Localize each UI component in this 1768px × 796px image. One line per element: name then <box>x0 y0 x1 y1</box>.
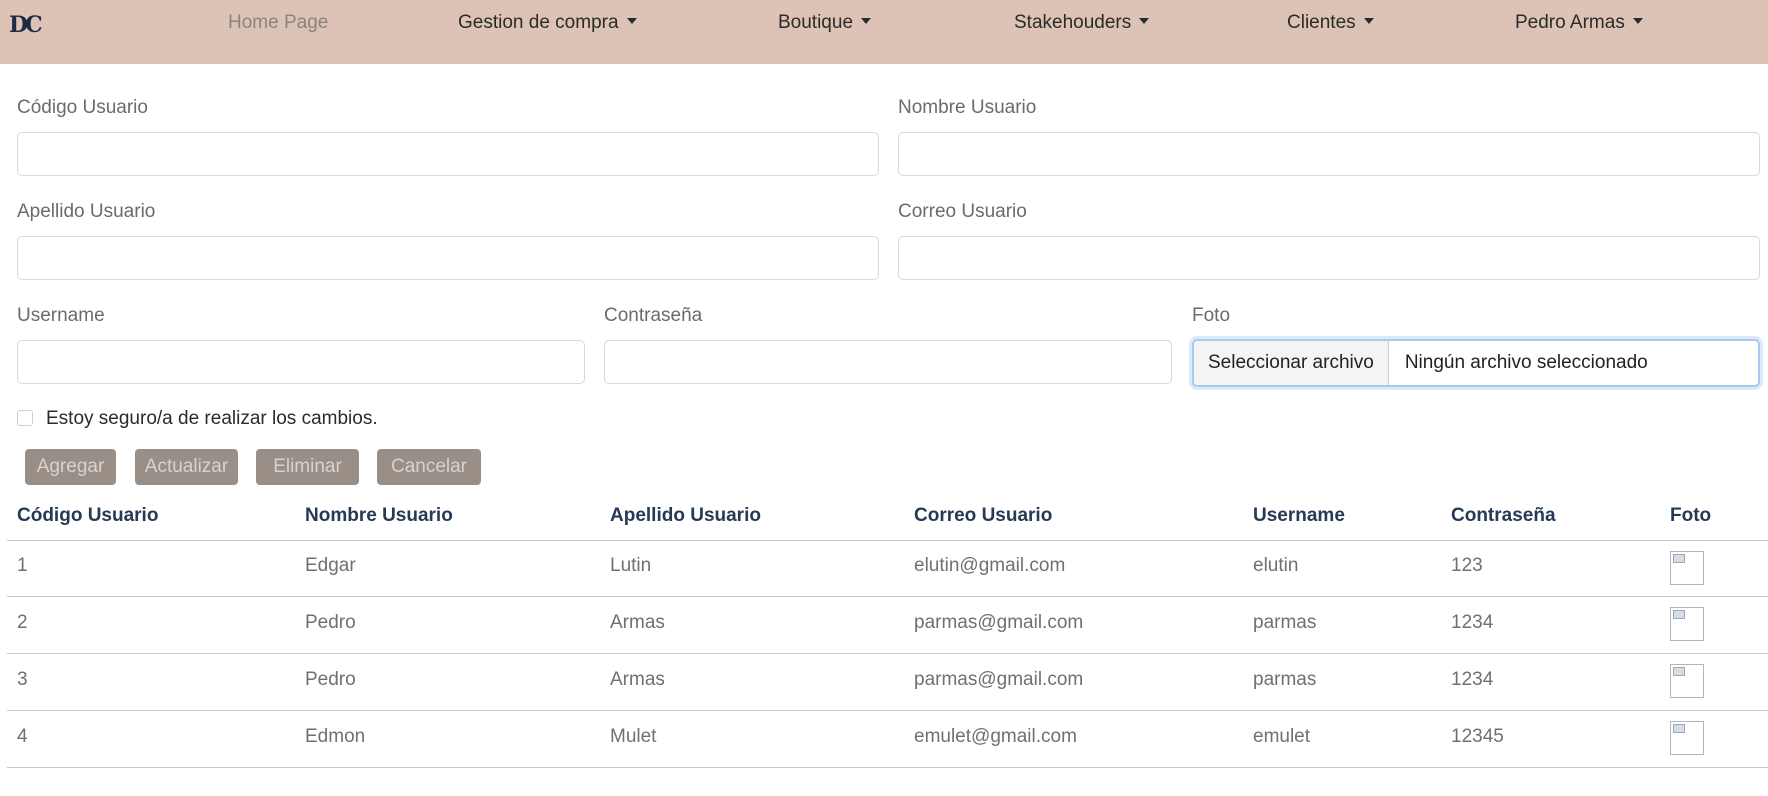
nombre-usuario-label: Nombre Usuario <box>898 97 1037 118</box>
confirm-label: Estoy seguro/a de realizar los cambios. <box>46 408 378 429</box>
foto-label: Foto <box>1192 305 1231 326</box>
apellido-usuario-label: Apellido Usuario <box>17 201 156 222</box>
nav-label: Gestion de compra <box>458 12 619 33</box>
table-cell: parmas <box>1253 669 1317 690</box>
file-status: Ningún archivo seleccionado <box>1404 352 1648 373</box>
user-photo <box>1670 664 1704 698</box>
table-cell: Lutin <box>610 555 652 576</box>
row-divider <box>7 653 1768 654</box>
actualizar-button[interactable]: Actualizar <box>135 449 238 485</box>
select-file-button[interactable]: Seleccionar archivo <box>1194 341 1389 385</box>
chevron-down-icon <box>861 18 872 24</box>
user-photo <box>1670 721 1704 755</box>
row-divider <box>7 767 1768 768</box>
codigo-usuario-input[interactable] <box>17 132 879 176</box>
foto-file-input[interactable]: Seleccionar archivo Ningún archivo selec… <box>1192 339 1760 387</box>
cancelar-button[interactable]: Cancelar <box>377 449 481 485</box>
nav-label: Clientes <box>1287 12 1356 33</box>
agregar-button[interactable]: Agregar <box>25 449 116 485</box>
table-cell: 4 <box>17 726 28 747</box>
row-divider <box>7 540 1768 541</box>
table-cell: parmas@gmail.com <box>914 612 1084 633</box>
eliminar-button[interactable]: Eliminar <box>256 449 359 485</box>
brand-logo[interactable]: DC <box>9 12 43 38</box>
column-header: Código Usuario <box>17 505 159 526</box>
column-header: Apellido Usuario <box>610 505 761 526</box>
table-cell: Edmon <box>305 726 366 747</box>
column-header: Username <box>1253 505 1345 526</box>
nav-boutique[interactable]: Boutique <box>778 12 872 34</box>
row-divider <box>7 710 1768 711</box>
column-header: Foto <box>1670 505 1712 526</box>
table-cell: Armas <box>610 669 665 690</box>
nav-label: Stakehouders <box>1014 12 1132 33</box>
nav-label: Pedro Armas <box>1515 12 1625 33</box>
table-cell: parmas <box>1253 612 1317 633</box>
nav-user-menu[interactable]: Pedro Armas <box>1515 12 1643 34</box>
table-cell: elutin@gmail.com <box>914 555 1066 576</box>
nombre-usuario-input[interactable] <box>898 132 1760 176</box>
column-header: Correo Usuario <box>914 505 1053 526</box>
table-cell: Mulet <box>610 726 657 747</box>
column-header: Contraseña <box>1451 505 1556 526</box>
correo-usuario-input[interactable] <box>898 236 1760 280</box>
correo-usuario-label: Correo Usuario <box>898 201 1027 222</box>
table-cell: Edgar <box>305 555 356 576</box>
table-cell: Pedro <box>305 669 356 690</box>
apellido-usuario-input[interactable] <box>17 236 879 280</box>
table-cell: parmas@gmail.com <box>914 669 1084 690</box>
table-cell: 2 <box>17 612 28 633</box>
table-cell: emulet <box>1253 726 1311 747</box>
confirm-checkbox[interactable] <box>17 410 33 426</box>
username-label: Username <box>17 305 105 326</box>
table-cell: emulet@gmail.com <box>914 726 1077 747</box>
column-header: Nombre Usuario <box>305 505 453 526</box>
nav-clientes[interactable]: Clientes <box>1287 12 1374 34</box>
codigo-usuario-label: Código Usuario <box>17 97 148 118</box>
user-photo <box>1670 607 1704 641</box>
table-cell: 1 <box>17 555 28 576</box>
username-input[interactable] <box>17 340 585 384</box>
table-cell: 1234 <box>1451 669 1494 690</box>
table-cell: 123 <box>1451 555 1483 576</box>
chevron-down-icon <box>1632 18 1643 24</box>
user-photo <box>1670 551 1704 585</box>
top-navbar: DC Home Page Gestion de compra Boutique … <box>0 0 1768 64</box>
row-divider <box>7 596 1768 597</box>
chevron-down-icon <box>1363 18 1374 24</box>
nav-stakehouders[interactable]: Stakehouders <box>1014 12 1150 34</box>
nav-home-page[interactable]: Home Page <box>228 12 328 34</box>
table-cell: elutin <box>1253 555 1299 576</box>
chevron-down-icon <box>626 18 637 24</box>
nav-gestion-de-compra[interactable]: Gestion de compra <box>458 12 637 34</box>
password-input[interactable] <box>604 340 1172 384</box>
table-cell: Pedro <box>305 612 356 633</box>
chevron-down-icon <box>1139 18 1150 24</box>
table-cell: 1234 <box>1451 612 1494 633</box>
table-cell: 12345 <box>1451 726 1504 747</box>
table-cell: Armas <box>610 612 665 633</box>
nav-label: Boutique <box>778 12 854 33</box>
password-label: Contraseña <box>604 305 703 326</box>
table-cell: 3 <box>17 669 28 690</box>
